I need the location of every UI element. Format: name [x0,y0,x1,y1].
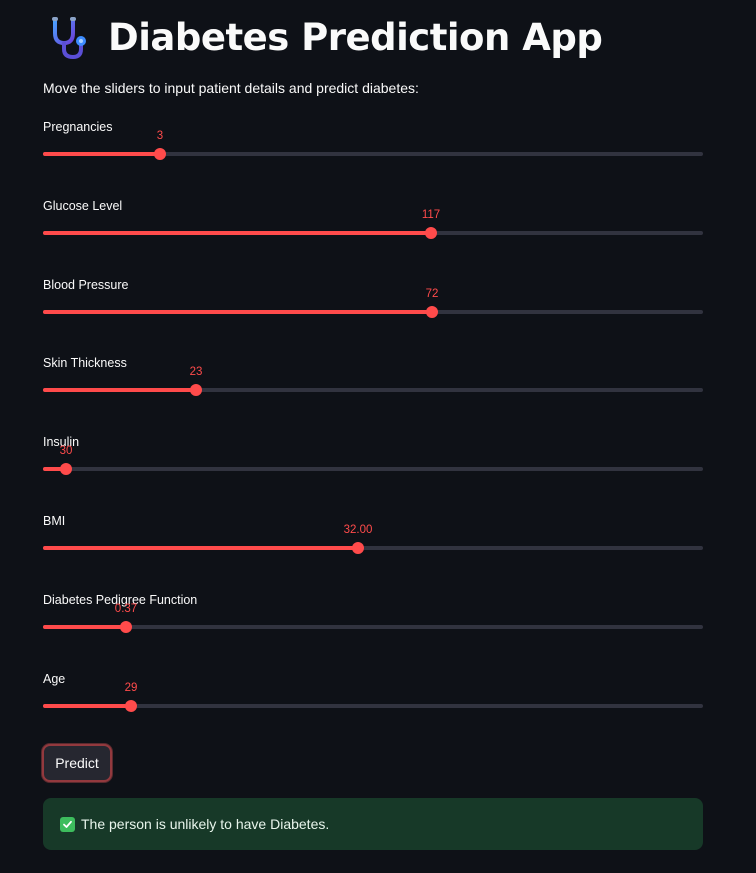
slider-value: 72 [425,287,439,300]
slider-track[interactable] [43,384,703,397]
slider-track[interactable] [43,305,703,318]
slider-fill [43,230,431,235]
intro-text: Move the sliders to input patient detail… [43,80,419,96]
slider-label: Skin Thickness [43,356,127,371]
slider-track[interactable] [43,542,703,554]
slider-value: 23 [189,366,203,379]
stethoscope-icon [52,17,86,60]
slider-fill [43,388,196,393]
slider-track[interactable] [43,699,703,712]
slider-glucose-level: Glucose Level 117 [43,199,703,269]
slider-value: 29 [124,681,138,694]
slider-blood-pressure: Blood Pressure 72 [43,278,703,348]
slider-insulin: Insulin 30 [43,435,703,505]
page-title: Diabetes Prediction App [108,15,603,59]
slider-diabetes-pedigree-function: Diabetes Pedigree Function 0.37 [43,593,703,663]
slider-track[interactable] [43,620,703,633]
slider-skin-thickness: Skin Thickness 23 [43,356,703,426]
slider-fill [43,309,432,314]
slider-label: Blood Pressure [43,277,129,292]
slider-age: Age 29 [43,672,703,742]
slider-value: 30 [59,445,73,458]
page-header: Diabetes Prediction App [46,12,603,62]
slider-bmi: BMI 32.00 [43,514,703,584]
slider-value: 32.00 [343,524,373,536]
slider-label: Glucose Level [43,198,123,213]
slider-track[interactable] [43,148,703,160]
result-alert: The person is unlikely to have Diabetes. [43,798,703,850]
slider-pregnancies: Pregnancies 3 [43,120,703,190]
slider-label: BMI [43,514,66,528]
slider-value: 117 [421,208,441,221]
result-text: The person is unlikely to have Diabetes. [81,816,330,832]
slider-fill [43,703,131,708]
slider-label: Pregnancies [43,120,113,134]
slider-thumb[interactable] [60,463,72,476]
check-icon [60,816,75,832]
slider-thumb[interactable] [352,542,364,554]
slider-thumb[interactable] [125,699,137,712]
slider-fill [43,546,358,550]
app-root: Diabetes Prediction App Move the sliders… [0,0,756,873]
predict-button[interactable]: Predict [42,744,112,782]
slider-value: 0.37 [114,602,138,615]
slider-thumb[interactable] [426,305,438,318]
slider-track[interactable] [43,226,703,239]
slider-label: Age [43,671,66,686]
slider-thumb[interactable] [425,226,437,239]
slider-thumb[interactable] [154,148,166,160]
slider-track[interactable] [43,463,703,476]
slider-fill [43,624,126,629]
slider-thumb[interactable] [120,620,132,633]
slider-fill [43,152,160,156]
slider-thumb[interactable] [190,384,202,397]
slider-value: 3 [156,130,164,142]
